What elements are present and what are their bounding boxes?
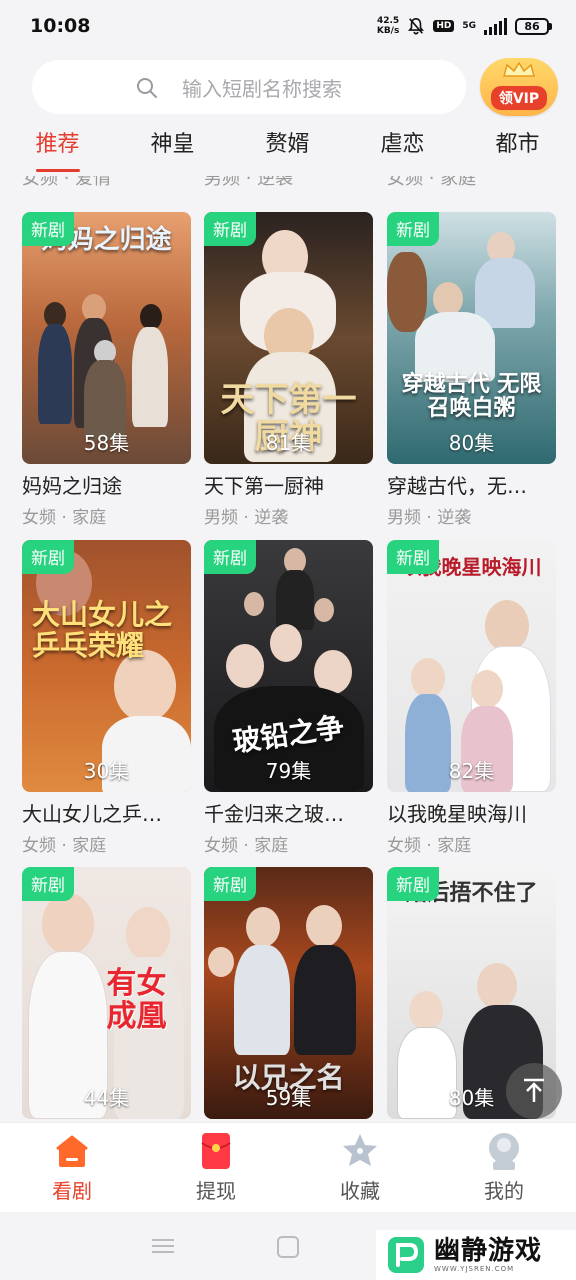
drama-card[interactable]: 以我晚星映海川 新剧 82集 以我晚星映海川 女频 · 家庭: [387, 540, 556, 856]
vip-label: 领VIP: [490, 86, 548, 110]
new-badge: 新剧: [204, 540, 256, 574]
episode-count: 79集: [265, 759, 312, 783]
new-badge: 新剧: [22, 212, 74, 246]
drama-card[interactable]: 玻铅之争 新剧 79集 千金归来之玻… 女频 · 家庭: [204, 540, 373, 856]
drama-title[interactable]: 大山女儿之乒…: [22, 798, 191, 827]
star-icon: [343, 1134, 377, 1166]
episode-count: 44集: [83, 1086, 130, 1110]
red-envelope-icon: [201, 1133, 231, 1169]
hd-badge: HD: [433, 20, 455, 32]
search-icon: [137, 78, 157, 98]
status-bar: 10:08 42.5 KB/s HD 5G 86: [0, 0, 576, 52]
new-badge: 新剧: [22, 540, 74, 574]
episode-count: 30集: [83, 759, 130, 783]
nav-label: 收藏: [340, 1179, 380, 1203]
arrow-up-icon: [524, 1078, 544, 1102]
episode-count: 82集: [448, 759, 495, 783]
episode-count: 58集: [83, 431, 130, 455]
poster-title-art: 有女成凰: [106, 966, 167, 1034]
prev-tag: 女频 · 爱情: [22, 176, 112, 189]
poster-title-art: 穿越古代 无限召唤白粥: [401, 371, 542, 422]
tab-nuelian[interactable]: 虐恋: [345, 126, 460, 176]
drama-card[interactable]: 天下第一厨神 新剧 81集 天下第一厨神 男频 · 逆袭: [204, 212, 373, 528]
nav-favorites[interactable]: 收藏: [288, 1123, 432, 1212]
new-badge: 新剧: [387, 212, 439, 246]
drama-poster[interactable]: 妈妈之归途 新剧 58集: [22, 212, 191, 464]
network-type: 5G: [462, 20, 476, 31]
watermark-url: WWW.YJSREN.COM: [434, 1265, 515, 1273]
tab-shenhuang[interactable]: 神皇: [115, 126, 230, 176]
drama-title[interactable]: 妈妈之归途: [22, 470, 191, 499]
nav-watch[interactable]: 看剧: [0, 1123, 144, 1212]
search-row: 输入短剧名称搜索 领VIP: [32, 58, 562, 122]
vip-button[interactable]: 领VIP: [480, 58, 558, 116]
nav-withdraw[interactable]: 提现: [144, 1123, 288, 1212]
nav-profile[interactable]: 我的: [432, 1123, 576, 1212]
category-tabs: 推荐 神皇 赘婿 虐恋 都市: [0, 126, 576, 176]
search-input[interactable]: 输入短剧名称搜索: [32, 60, 466, 114]
new-badge: 新剧: [387, 540, 439, 574]
watermark-logo-icon: [388, 1237, 424, 1273]
status-icons: 42.5 KB/s HD 5G 86: [377, 16, 552, 36]
battery-icon: 86: [515, 17, 552, 35]
scroll-to-top-button[interactable]: [506, 1063, 562, 1119]
prev-tag: 女频 · 家庭: [387, 176, 477, 189]
drama-tags: 女频 · 家庭: [22, 836, 107, 856]
mute-bell-icon: [408, 17, 425, 35]
drama-poster[interactable]: 以兄之名 新剧 59集: [204, 867, 373, 1119]
watermark: 幽静游戏 WWW.YJSREN.COM: [376, 1230, 576, 1280]
tab-dushi[interactable]: 都市: [460, 126, 575, 176]
tab-recommend[interactable]: 推荐: [0, 126, 115, 176]
new-badge: 新剧: [204, 867, 256, 901]
drama-card[interactable]: 妈妈之归途 新剧 58集 妈妈之归途 女频 · 家庭: [22, 212, 191, 528]
drama-card[interactable]: 穿越古代 无限召唤白粥 新剧 80集 穿越古代，无… 男频 · 逆袭: [387, 212, 556, 528]
poster-title-art: 大山女儿之 乒乓荣耀: [32, 598, 173, 662]
episode-count: 81集: [265, 431, 312, 455]
status-time: 10:08: [30, 15, 91, 37]
drama-title[interactable]: 千金归来之玻…: [204, 798, 373, 827]
drama-tags: 男频 · 逆袭: [204, 508, 289, 528]
episode-count: 80集: [448, 431, 495, 455]
drama-poster[interactable]: 大山女儿之 乒乓荣耀 新剧 30集: [22, 540, 191, 792]
new-badge: 新剧: [387, 867, 439, 901]
tab-zhuixu[interactable]: 赘婿: [230, 126, 345, 176]
watermark-name: 幽静游戏: [434, 1236, 543, 1266]
signal-icon: [484, 17, 507, 35]
previous-row-tags: 女频 · 爱情 男频 · 逆袭 女频 · 家庭: [0, 176, 576, 194]
menu-icon[interactable]: [152, 1238, 174, 1254]
drama-title[interactable]: 穿越古代，无…: [387, 470, 556, 499]
drama-tags: 女频 · 家庭: [204, 836, 289, 856]
network-speed: 42.5 KB/s: [376, 16, 400, 36]
drama-grid: 女频 · 爱情 男频 · 逆袭 女频 · 家庭 妈妈之归途 新剧 58集 妈妈之…: [0, 176, 576, 1122]
drama-card[interactable]: 大山女儿之 乒乓荣耀 新剧 30集 大山女儿之乒… 女频 · 家庭: [22, 540, 191, 856]
drama-poster[interactable]: 以我晚星映海川 新剧 82集: [387, 540, 556, 792]
drama-poster[interactable]: 玻铅之争 新剧 79集: [204, 540, 373, 792]
drama-tags: 女频 · 家庭: [22, 508, 107, 528]
episode-count: 59集: [265, 1086, 312, 1110]
profile-icon: [489, 1133, 519, 1170]
drama-card[interactable]: 有女成凰 新剧 44集: [22, 867, 191, 1119]
drama-card[interactable]: 以兄之名 新剧 59集: [204, 867, 373, 1119]
nav-label: 提现: [196, 1179, 236, 1203]
nav-label: 看剧: [52, 1179, 92, 1203]
nav-label: 我的: [484, 1179, 524, 1203]
drama-title[interactable]: 以我晚星映海川: [387, 798, 556, 827]
drama-tags: 男频 · 逆袭: [387, 508, 472, 528]
prev-tag: 男频 · 逆袭: [204, 176, 294, 189]
drama-poster[interactable]: 有女成凰 新剧 44集: [22, 867, 191, 1119]
bottom-nav: 看剧 提现 收藏 我的: [0, 1122, 576, 1212]
search-placeholder: 输入短剧名称搜索: [182, 76, 342, 101]
home-tv-icon: [56, 1135, 88, 1167]
new-badge: 新剧: [204, 212, 256, 246]
home-button[interactable]: [277, 1236, 299, 1258]
drama-poster[interactable]: 穿越古代 无限召唤白粥 新剧 80集: [387, 212, 556, 464]
new-badge: 新剧: [22, 867, 74, 901]
drama-title[interactable]: 天下第一厨神: [204, 470, 373, 499]
drama-tags: 女频 · 家庭: [387, 836, 472, 856]
crown-icon: [503, 62, 535, 77]
drama-poster[interactable]: 天下第一厨神 新剧 81集: [204, 212, 373, 464]
